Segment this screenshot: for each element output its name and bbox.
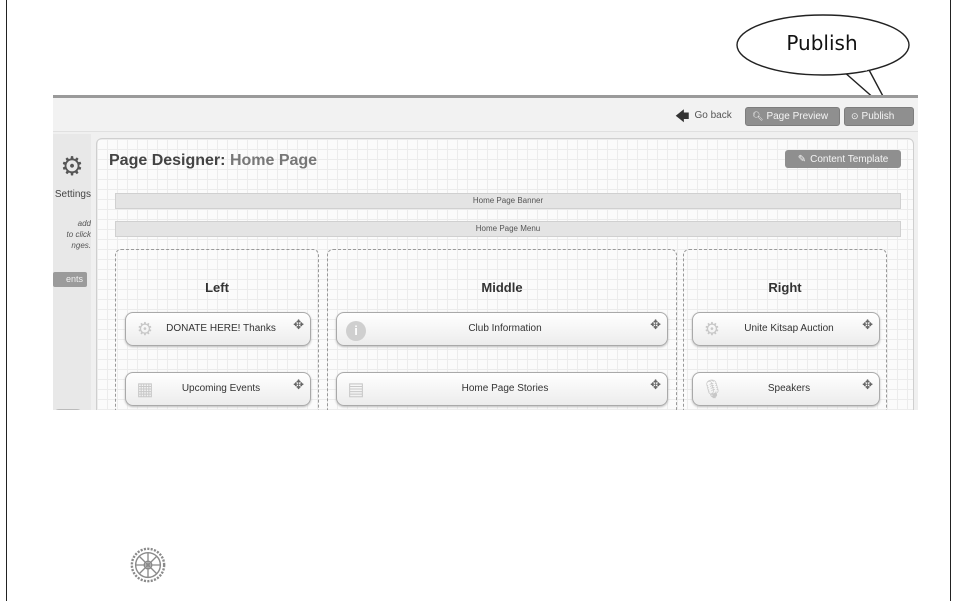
move-handle-icon[interactable]: ✥ bbox=[293, 317, 304, 333]
move-handle-icon[interactable]: ✥ bbox=[650, 377, 661, 393]
widget-label: Unite Kitsap Auction bbox=[744, 323, 834, 334]
widget-upcoming-events[interactable]: ▦ Upcoming Events ✥ bbox=[125, 372, 311, 406]
widget-label: Club Information bbox=[468, 323, 542, 334]
calendar-icon: ▦ bbox=[136, 379, 154, 399]
left-column: Left ⚙ DONATE HERE! Thanks ✥ ▦ Upcoming … bbox=[115, 249, 319, 410]
settings-sidebar: ⚙ Settings add to click nges. ents ✥ bbox=[53, 134, 91, 410]
move-handle-icon[interactable]: ✥ bbox=[650, 317, 661, 333]
info-icon: i bbox=[345, 318, 367, 341]
content-template-button[interactable]: ✎ Content Template bbox=[785, 150, 901, 168]
home-page-banner-slot[interactable]: Home Page Banner bbox=[115, 193, 901, 209]
widget-home-page-stories[interactable]: ▤ Home Page Stories ✥ bbox=[336, 372, 668, 406]
callout-text: Publish bbox=[786, 31, 858, 55]
rotary-wheel-logo bbox=[130, 547, 166, 583]
help-line: nges. bbox=[71, 241, 91, 250]
move-handle-icon[interactable]: ✥ bbox=[862, 377, 873, 393]
settings-label: Settings bbox=[54, 189, 91, 200]
title-prefix: Page Designer: bbox=[109, 152, 226, 169]
middle-column: Middle i Club Information ✥ ▤ Home Page … bbox=[327, 249, 677, 410]
settings-help-text: add to click nges. bbox=[53, 218, 91, 251]
document-icon: ▤ bbox=[347, 379, 365, 399]
move-handle-icon[interactable]: ✥ bbox=[862, 317, 873, 333]
page-preview-button[interactable]: 🔍︎ Page Preview bbox=[745, 107, 840, 126]
column-heading: Middle bbox=[481, 280, 523, 295]
widget-label: Home Page Stories bbox=[461, 383, 549, 394]
home-page-menu-slot[interactable]: Home Page Menu bbox=[115, 221, 901, 237]
widget-label: DONATE HERE! Thanks bbox=[166, 323, 276, 334]
gears-icon: ⚙ bbox=[136, 319, 154, 339]
right-column: Right ⚙ Unite Kitsap Auction ✥ 🎙︎ Speake… bbox=[683, 249, 887, 410]
page-designer-panel: Page Designer: Home Page ✎ Content Templ… bbox=[96, 138, 914, 410]
widget-label: Upcoming Events bbox=[181, 383, 261, 394]
publish-button[interactable]: ⊙ Publish bbox=[844, 107, 914, 126]
widget-club-information[interactable]: i Club Information ✥ bbox=[336, 312, 668, 346]
check-circle-icon: ⊙ bbox=[851, 111, 859, 121]
move-handle-icon[interactable]: ✥ bbox=[53, 409, 83, 410]
contents-button[interactable]: ents bbox=[53, 272, 87, 287]
widget-speakers[interactable]: 🎙︎ Speakers ✥ bbox=[692, 372, 880, 406]
go-back-label: Go back bbox=[694, 110, 732, 121]
help-line: to click bbox=[66, 230, 91, 239]
widget-unite-kitsap-auction[interactable]: ⚙ Unite Kitsap Auction ✥ bbox=[692, 312, 880, 346]
arrow-left-icon: 🡄 bbox=[675, 107, 690, 124]
help-line: add bbox=[77, 219, 91, 228]
gear-icon[interactable]: ⚙ bbox=[55, 151, 89, 182]
go-back-link[interactable]: 🡄 Go back bbox=[675, 107, 732, 124]
widget-label: Speakers bbox=[767, 383, 811, 394]
top-toolbar: 🡄 Go back 🔍︎ Page Preview ⊙ Publish bbox=[53, 98, 918, 132]
column-heading: Left bbox=[205, 280, 229, 295]
magnifier-icon: 🔍︎ bbox=[752, 111, 764, 121]
content-template-label: Content Template bbox=[810, 153, 889, 165]
publish-label: Publish bbox=[861, 111, 895, 122]
page-preview-label: Page Preview bbox=[766, 111, 829, 122]
gears-icon: ⚙ bbox=[703, 319, 721, 339]
page-title: Page Designer: Home Page bbox=[109, 152, 317, 170]
page-name: Home Page bbox=[229, 152, 318, 169]
pencil-icon: ✎ bbox=[797, 153, 807, 165]
app-screenshot: 🡄 Go back 🔍︎ Page Preview ⊙ Publish ⚙ Se… bbox=[53, 95, 918, 410]
widget-donate[interactable]: ⚙ DONATE HERE! Thanks ✥ bbox=[125, 312, 311, 346]
microphone-icon: 🎙︎ bbox=[701, 379, 724, 399]
slide: Publish 🡄 Go back 🔍︎ Page Preview ⊙ Publ… bbox=[0, 0, 957, 601]
move-handle-icon[interactable]: ✥ bbox=[293, 377, 304, 393]
column-heading: Right bbox=[768, 280, 802, 295]
